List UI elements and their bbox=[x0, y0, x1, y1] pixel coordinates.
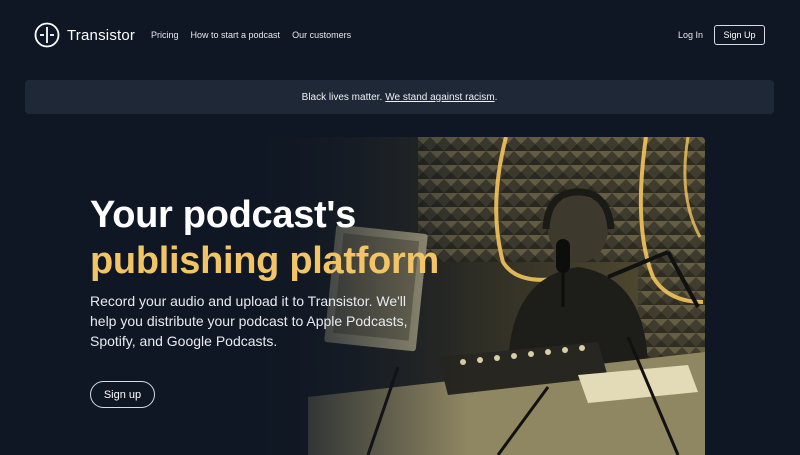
signup-hero-button[interactable]: Sign up bbox=[90, 381, 155, 408]
hero-title-line2: publishing platform bbox=[90, 240, 439, 282]
announcement-banner: Black lives matter. We stand against rac… bbox=[25, 80, 774, 114]
hero-title-line1: Your podcast's bbox=[90, 194, 356, 236]
hero-description: Record your audio and upload it to Trans… bbox=[90, 293, 408, 349]
transistor-logo-icon bbox=[34, 22, 60, 48]
login-link[interactable]: Log In bbox=[678, 30, 703, 40]
nav-pricing[interactable]: Pricing bbox=[151, 30, 179, 40]
primary-nav: Pricing How to start a podcast Our custo… bbox=[151, 30, 351, 40]
banner-text: Black lives matter. bbox=[301, 91, 383, 103]
signup-header-button[interactable]: Sign Up bbox=[714, 25, 765, 45]
nav-how-to-start[interactable]: How to start a podcast bbox=[191, 30, 281, 40]
brand-name: Transistor bbox=[67, 26, 136, 44]
banner-link[interactable]: We stand against racism bbox=[385, 92, 494, 103]
banner-suffix: . bbox=[494, 91, 498, 103]
brand-logo[interactable]: Transistor bbox=[34, 22, 135, 48]
page: Transistor Pricing How to start a podcas… bbox=[0, 0, 800, 455]
nav-our-customers[interactable]: Our customers bbox=[292, 30, 351, 40]
hero-title: Your podcast's publishing platform bbox=[90, 192, 439, 284]
site-header: Transistor Pricing How to start a podcas… bbox=[0, 0, 800, 70]
